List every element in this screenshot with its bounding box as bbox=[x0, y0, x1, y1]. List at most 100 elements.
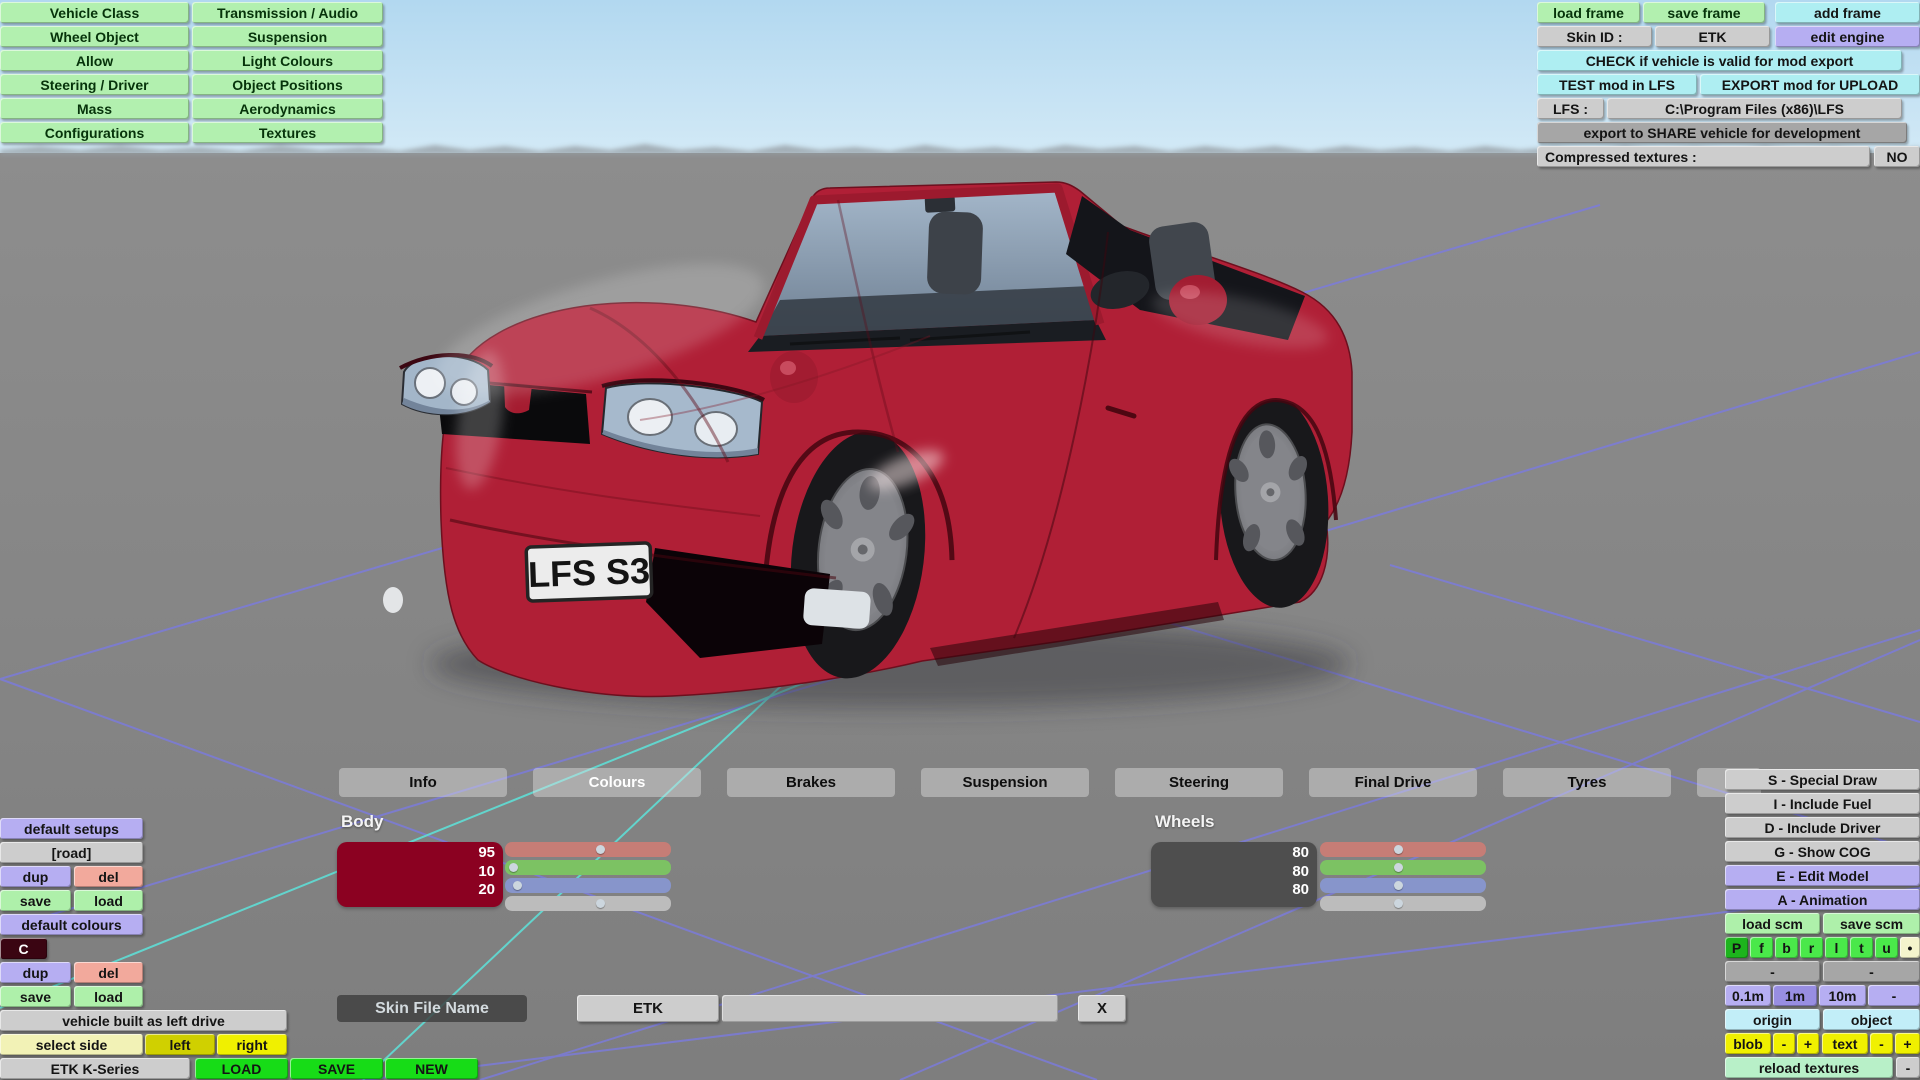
step-1m-button[interactable]: 1m bbox=[1773, 985, 1817, 1006]
tab-info[interactable]: Info bbox=[339, 768, 507, 797]
menu-item-object-positions[interactable]: Object Positions bbox=[192, 74, 383, 95]
menu-item-suspension[interactable]: Suspension bbox=[192, 26, 383, 47]
body-colour-slider-3[interactable] bbox=[505, 896, 671, 911]
origin-button[interactable]: origin bbox=[1725, 1009, 1820, 1030]
menu-item-aerodynamics[interactable]: Aerodynamics bbox=[192, 98, 383, 119]
special-draw-toggle[interactable]: S - Special Draw bbox=[1725, 769, 1920, 790]
step-dash-button[interactable]: - bbox=[1868, 985, 1920, 1006]
save-scm-button[interactable]: save scm bbox=[1823, 913, 1920, 934]
blob-button[interactable]: blob bbox=[1725, 1033, 1771, 1054]
tab-steering[interactable]: Steering bbox=[1115, 768, 1283, 797]
body-colour-slider-2[interactable] bbox=[505, 878, 671, 893]
vehicle-save-button[interactable]: SAVE bbox=[290, 1058, 383, 1079]
wheels-colour-slider-3[interactable] bbox=[1320, 896, 1486, 911]
lfs-path-button[interactable]: C:\Program Files (x86)\LFS bbox=[1607, 98, 1902, 119]
step-10m-button[interactable]: 10m bbox=[1819, 985, 1866, 1006]
menu-item-vehicle-class[interactable]: Vehicle Class bbox=[0, 2, 189, 23]
default-setups-button[interactable]: default setups bbox=[0, 818, 143, 839]
view-letter-u[interactable]: u bbox=[1875, 937, 1898, 958]
view-letter-l[interactable]: l bbox=[1825, 937, 1848, 958]
colour-load-button[interactable]: load bbox=[74, 986, 143, 1007]
body-colour-slider-1[interactable] bbox=[505, 860, 671, 875]
menu-item-textures[interactable]: Textures bbox=[192, 122, 383, 143]
slider-handle[interactable] bbox=[509, 863, 518, 872]
tab-colours[interactable]: Colours bbox=[533, 768, 701, 797]
slider-handle[interactable] bbox=[1394, 863, 1403, 872]
save-frame-button[interactable]: save frame bbox=[1643, 2, 1765, 23]
include-fuel-toggle[interactable]: I - Include Fuel bbox=[1725, 793, 1920, 814]
export-share-button[interactable]: export to SHARE vehicle for development bbox=[1537, 122, 1907, 143]
slider-handle[interactable] bbox=[513, 881, 522, 890]
view-letter-f[interactable]: f bbox=[1750, 937, 1773, 958]
text-minus-button[interactable]: - bbox=[1870, 1033, 1893, 1054]
slider-handle[interactable] bbox=[1394, 899, 1403, 908]
menu-item-wheel-object[interactable]: Wheel Object bbox=[0, 26, 189, 47]
slider-handle[interactable] bbox=[1394, 881, 1403, 890]
menu-item-transmission-audio[interactable]: Transmission / Audio bbox=[192, 2, 383, 23]
wheels-colour-slider-1[interactable] bbox=[1320, 860, 1486, 875]
check-valid-button[interactable]: CHECK if vehicle is valid for mod export bbox=[1537, 50, 1902, 71]
menu-item-steering-driver[interactable]: Steering / Driver bbox=[0, 74, 189, 95]
reload-textures-button[interactable]: reload textures bbox=[1725, 1057, 1893, 1078]
tab-final-drive[interactable]: Final Drive bbox=[1309, 768, 1477, 797]
menu-item-mass[interactable]: Mass bbox=[0, 98, 189, 119]
view-letter-t[interactable]: t bbox=[1850, 937, 1873, 958]
dash-right-button[interactable]: - bbox=[1823, 961, 1920, 982]
colour-dup-button[interactable]: dup bbox=[0, 962, 71, 983]
setup-del-button[interactable]: del bbox=[74, 866, 143, 887]
colour-del-button[interactable]: del bbox=[74, 962, 143, 983]
tab-brakes[interactable]: Brakes bbox=[727, 768, 895, 797]
include-driver-toggle[interactable]: D - Include Driver bbox=[1725, 817, 1920, 838]
colour-slot-swatch[interactable]: C bbox=[0, 938, 47, 959]
tab-suspension[interactable]: Suspension bbox=[921, 768, 1089, 797]
vehicle-name-button[interactable]: ETK K-Series bbox=[0, 1058, 190, 1079]
reload-minus-button[interactable]: - bbox=[1896, 1057, 1920, 1078]
compressed-textures-toggle[interactable]: NO bbox=[1874, 146, 1920, 167]
setup-save-button[interactable]: save bbox=[0, 890, 71, 911]
test-mod-button[interactable]: TEST mod in LFS bbox=[1537, 74, 1697, 95]
show-cog-toggle[interactable]: G - Show COG bbox=[1725, 841, 1920, 862]
load-frame-button[interactable]: load frame bbox=[1537, 2, 1640, 23]
skin-name-button[interactable]: ETK bbox=[577, 995, 719, 1022]
add-frame-button[interactable]: add frame bbox=[1775, 2, 1920, 23]
default-colours-button[interactable]: default colours bbox=[0, 914, 143, 935]
text-plus-button[interactable]: + bbox=[1895, 1033, 1920, 1054]
view-dot-button[interactable]: • bbox=[1900, 937, 1920, 958]
blob-minus-button[interactable]: - bbox=[1773, 1033, 1795, 1054]
colour-save-button[interactable]: save bbox=[0, 986, 71, 1007]
edit-model-button[interactable]: E - Edit Model bbox=[1725, 865, 1920, 886]
setup-load-button[interactable]: load bbox=[74, 890, 143, 911]
view-letter-r[interactable]: r bbox=[1800, 937, 1823, 958]
vehicle-new-button[interactable]: NEW bbox=[385, 1058, 478, 1079]
skin-id-value[interactable]: ETK bbox=[1655, 26, 1770, 47]
setup-dup-button[interactable]: dup bbox=[0, 866, 71, 887]
skin-id-label: Skin ID : bbox=[1537, 26, 1652, 47]
blob-plus-button[interactable]: + bbox=[1797, 1033, 1819, 1054]
vehicle-load-button[interactable]: LOAD bbox=[195, 1058, 288, 1079]
load-scm-button[interactable]: load scm bbox=[1725, 913, 1820, 934]
dash-left-button[interactable]: - bbox=[1725, 961, 1820, 982]
side-left-button[interactable]: left bbox=[145, 1034, 215, 1055]
menu-item-allow[interactable]: Allow bbox=[0, 50, 189, 71]
view-letter-b[interactable]: b bbox=[1775, 937, 1798, 958]
slider-handle[interactable] bbox=[1394, 845, 1403, 854]
text-button[interactable]: text bbox=[1822, 1033, 1868, 1054]
side-right-button[interactable]: right bbox=[217, 1034, 287, 1055]
animation-button[interactable]: A - Animation bbox=[1725, 889, 1920, 910]
wheels-colour-slider-2[interactable] bbox=[1320, 878, 1486, 893]
view-letter-p[interactable]: P bbox=[1725, 937, 1748, 958]
export-upload-button[interactable]: EXPORT mod for UPLOAD bbox=[1700, 74, 1920, 95]
object-button[interactable]: object bbox=[1823, 1009, 1920, 1030]
setup-name-button[interactable]: [road] bbox=[0, 842, 143, 863]
step-0-1m-button[interactable]: 0.1m bbox=[1725, 985, 1771, 1006]
skin-file-input[interactable] bbox=[722, 995, 1058, 1022]
slider-handle[interactable] bbox=[596, 899, 605, 908]
edit-engine-button[interactable]: edit engine bbox=[1775, 26, 1920, 47]
wheels-colour-slider-0[interactable] bbox=[1320, 842, 1486, 857]
tab-tyres[interactable]: Tyres bbox=[1503, 768, 1671, 797]
menu-item-configurations[interactable]: Configurations bbox=[0, 122, 189, 143]
menu-item-light-colours[interactable]: Light Colours bbox=[192, 50, 383, 71]
slider-handle[interactable] bbox=[596, 845, 605, 854]
body-colour-slider-0[interactable] bbox=[505, 842, 671, 857]
skin-clear-button[interactable]: X bbox=[1078, 995, 1126, 1022]
